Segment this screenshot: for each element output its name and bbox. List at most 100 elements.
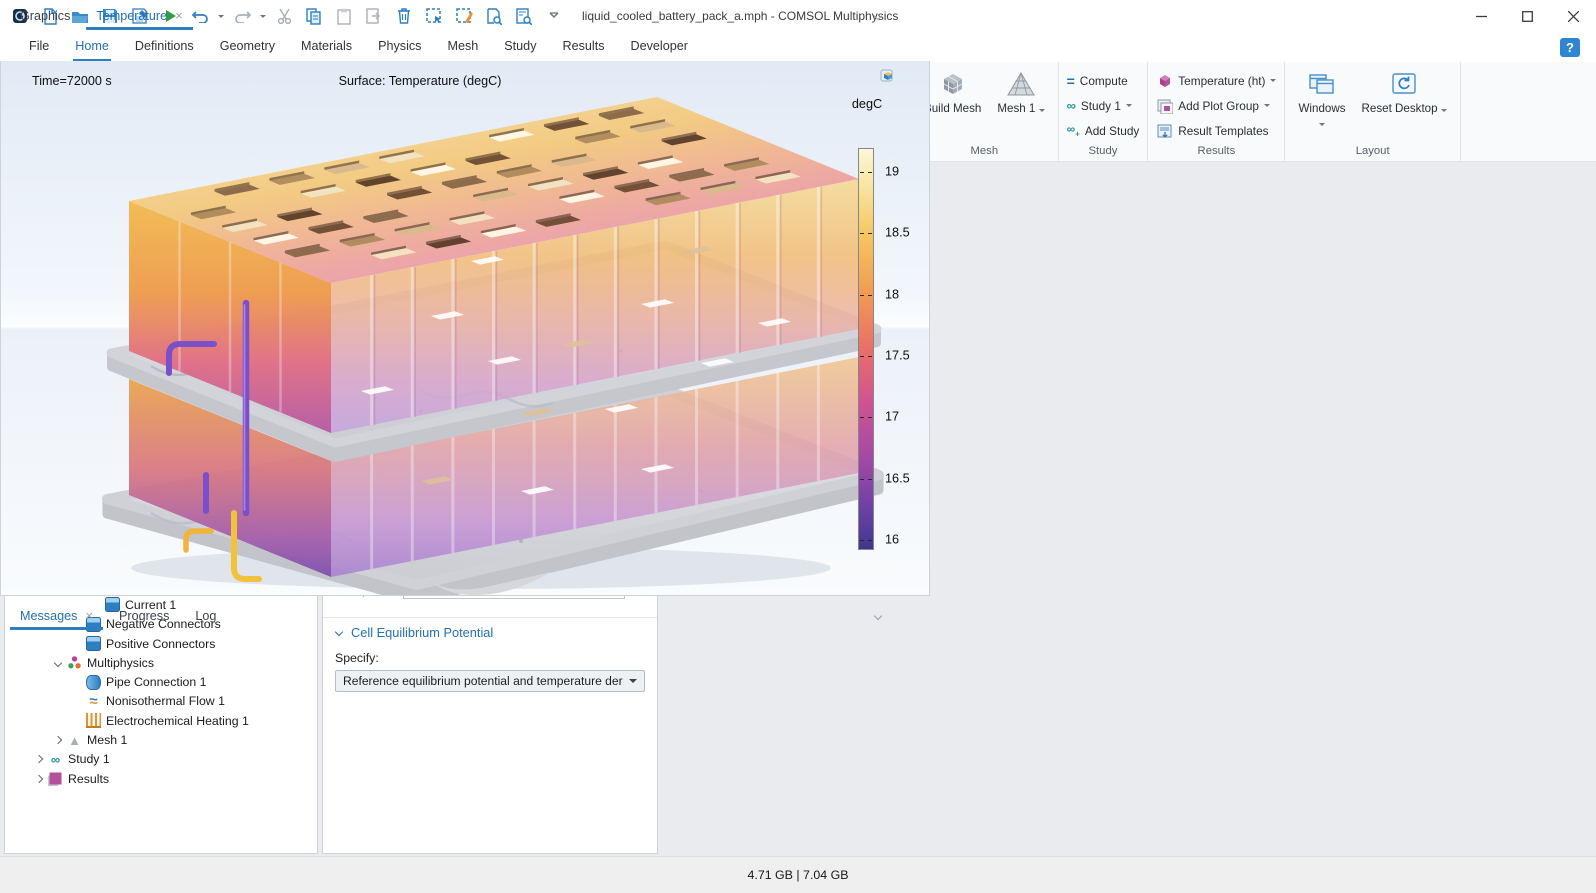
close-button[interactable] [1550, 0, 1596, 32]
ribbon-tab-materials[interactable]: Materials [288, 32, 365, 62]
ribbon-tab-definitions[interactable]: Definitions [122, 32, 207, 62]
ribbon-group-label: Mesh [919, 143, 1050, 160]
colorbar: 1918.51817.51716.516 [858, 148, 874, 550]
mesh-1-button[interactable]: Mesh 1 [992, 67, 1049, 118]
pipe-conn-icon [86, 675, 101, 690]
plot-dataset-icon[interactable] [880, 67, 895, 82]
section-chevron-icon [335, 628, 343, 636]
colorbar-tick-label: 18.5 [885, 226, 910, 240]
mesh-icon [1007, 69, 1035, 99]
nitf-icon [86, 694, 101, 709]
result-templates-icon [1156, 122, 1173, 139]
cut-icon[interactable] [272, 4, 296, 28]
colorbar-tick-label: 19 [885, 165, 899, 179]
ribbon-group-study: =Compute ∞Study 1 ∞+Add Study Study [1059, 62, 1149, 161]
ribbon-tab-physics[interactable]: Physics [365, 32, 434, 62]
add-study-button[interactable]: ∞+Add Study [1067, 120, 1140, 141]
undo-caret[interactable] [218, 15, 224, 18]
reset-desktop-button[interactable]: Reset Desktop [1357, 67, 1452, 118]
ribbon-tab-home[interactable]: Home [62, 32, 122, 62]
temperature-plot-button[interactable]: Temperature (ht) [1156, 70, 1276, 91]
section-cep-header[interactable]: Cell Equilibrium Potential [323, 618, 657, 647]
result-templates-button[interactable]: Result Templates [1156, 120, 1276, 141]
ribbon-group-label: Results [1156, 143, 1276, 160]
ribbon-tab-results[interactable]: Results [550, 32, 618, 62]
tree-item-nonisothermal-flow-1[interactable]: Nonisothermal Flow 1 [5, 692, 317, 711]
expand-chevron-icon[interactable] [35, 774, 43, 782]
tab-close-icon[interactable]: × [85, 609, 93, 622]
minimize-button[interactable] [1458, 0, 1504, 32]
tab-close-icon[interactable]: × [175, 9, 183, 22]
ech-icon [86, 713, 101, 728]
surface-annotation: Surface: Temperature (degC) [1, 74, 839, 88]
tab-label: Log [195, 609, 216, 623]
compute-button[interactable]: =Compute [1067, 70, 1140, 91]
help-button[interactable]: ? [1560, 38, 1580, 57]
ribbon-tab-mesh[interactable]: Mesh [434, 32, 491, 62]
ribbon-tab-study[interactable]: Study [491, 32, 549, 62]
delete-button[interactable] [392, 4, 416, 28]
tab-temperature[interactable]: Temperature× [83, 1, 195, 30]
results-icon [50, 773, 62, 785]
tree-item-study-1[interactable]: Study 1 [5, 750, 317, 769]
ribbon-tab-geometry[interactable]: Geometry [207, 32, 288, 62]
paste-icon[interactable] [332, 4, 356, 28]
tab-messages[interactable]: Messages × [7, 601, 106, 630]
mesh-icon [67, 733, 82, 748]
windows-button[interactable]: Windows [1293, 67, 1350, 131]
tree-item-label: Nonisothermal Flow 1 [106, 694, 225, 708]
tree-item-multiphysics[interactable]: Multiphysics [5, 653, 317, 672]
colorbar-tick-label: 17 [885, 410, 899, 424]
find-button[interactable] [482, 4, 506, 28]
tree-item-label: Positive Connectors [106, 637, 215, 651]
tree-item-label: Electrochemical Heating 1 [106, 714, 249, 728]
collapse-chevron-icon[interactable] [54, 659, 62, 667]
maximize-button[interactable] [1504, 0, 1550, 32]
tree-item-positive-connectors[interactable]: Positive Connectors [5, 634, 317, 653]
tree-item-label: Study 1 [68, 752, 110, 766]
cep-specify-dropdown[interactable]: Reference equilibrium potential and temp… [335, 670, 645, 692]
redo-button[interactable] [230, 4, 254, 28]
study-1-button[interactable]: ∞Study 1 [1067, 95, 1140, 116]
search-settings-button[interactable] [512, 4, 536, 28]
study-icon [48, 752, 63, 767]
tree-item-label: Multiphysics [87, 656, 154, 670]
clear-selection-icon[interactable] [452, 4, 476, 28]
window-title: liquid_cooled_battery_pack_a.mph - COMSO… [582, 9, 898, 23]
windows-icon [1308, 69, 1336, 99]
add-plot-group-icon [1156, 97, 1173, 114]
colorbar-tick-label: 18 [885, 287, 899, 301]
colorbar-tick-label: 16.5 [885, 471, 910, 485]
expand-chevron-icon[interactable] [35, 755, 43, 763]
ribbon-group-label: Study [1067, 143, 1140, 160]
add-plot-group-button[interactable]: Add Plot Group [1156, 95, 1276, 116]
graphics-canvas[interactable]: Time=72000 s Surface: Temperature (degC)… [0, 61, 930, 596]
tree-item-results[interactable]: Results [5, 769, 317, 788]
tree-item-mesh-1[interactable]: Mesh 1 [5, 730, 317, 749]
tree-item-electrochemical-heating-1[interactable]: Electrochemical Heating 1 [5, 711, 317, 730]
colorbar-tick-label: 17.5 [885, 349, 910, 363]
3d-battery-pack-plot[interactable] [1, 61, 929, 596]
duplicate-icon[interactable] [362, 4, 386, 28]
tree-item-pipe-connection-1[interactable]: Pipe Connection 1 [5, 673, 317, 692]
ribbon-tab-file[interactable]: File [16, 32, 62, 62]
add-study-icon: ∞+ [1067, 122, 1080, 138]
redo-caret[interactable] [260, 15, 266, 18]
copy-button[interactable] [302, 4, 326, 28]
ribbon-tab-developer[interactable]: Developer [618, 32, 701, 62]
window-controls [1458, 0, 1596, 32]
tab-label: Graphics [20, 9, 70, 23]
plot-cube-icon [1156, 72, 1173, 89]
tab-progress[interactable]: Progress [106, 601, 182, 630]
title-bar: liquid_cooled_battery_pack_a.mph - COMSO… [0, 0, 1596, 32]
tree-item-label: Mesh 1 [87, 733, 127, 747]
tab-graphics[interactable]: Graphics [7, 1, 83, 30]
tab-log[interactable]: Log [182, 601, 229, 630]
toolbar-overflow-chevron-icon[interactable] [542, 4, 566, 28]
ribbon-group-layout: Windows Reset Desktop Layout [1285, 62, 1460, 161]
tree-item-label: Pipe Connection 1 [106, 675, 207, 689]
select-box-icon[interactable] [422, 4, 446, 28]
multiphysics-icon [67, 655, 82, 670]
tab-label: Messages [20, 609, 77, 623]
expand-chevron-icon[interactable] [54, 736, 62, 744]
